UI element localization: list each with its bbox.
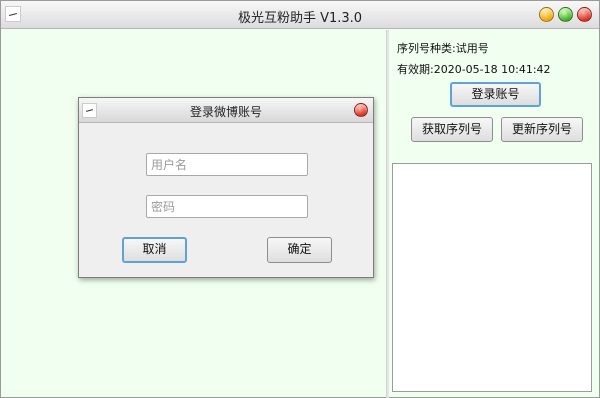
dialog-title-bar[interactable]: 登录微博账号 (79, 98, 373, 123)
main-window: 极光互粉助手 V1.3.0 序列号种类:试用号 有效期:2020-05-18 1… (0, 0, 600, 398)
pane-splitter[interactable] (386, 30, 389, 398)
login-account-button[interactable]: 登录账号 (450, 82, 541, 107)
username-input[interactable] (146, 153, 308, 176)
serial-type-value: 试用号 (455, 42, 489, 55)
expiry-value: 2020-05-18 10:41:42 (433, 63, 551, 76)
dialog-close-button[interactable] (354, 103, 368, 117)
get-serial-button[interactable]: 获取序列号 (411, 117, 493, 142)
log-output-box[interactable] (392, 163, 592, 392)
dialog-title: 登录微博账号 (189, 105, 262, 119)
login-dialog: 登录微博账号 取消 确定 (78, 97, 374, 278)
confirm-button[interactable]: 确定 (267, 237, 332, 263)
expiry-label: 有效期: (397, 63, 434, 76)
title-bar[interactable]: 极光互粉助手 V1.3.0 (1, 1, 599, 29)
expiry-line: 有效期:2020-05-18 10:41:42 (397, 61, 551, 77)
serial-type-line: 序列号种类:试用号 (397, 40, 489, 56)
serial-type-label: 序列号种类: (397, 42, 456, 55)
minimize-button[interactable] (539, 7, 554, 22)
window-title: 极光互粉助手 V1.3.0 (237, 11, 363, 26)
cancel-button[interactable]: 取消 (122, 237, 187, 263)
maximize-button[interactable] (558, 7, 573, 22)
close-button[interactable] (577, 7, 592, 22)
password-input[interactable] (146, 195, 308, 218)
update-serial-button[interactable]: 更新序列号 (501, 117, 583, 142)
